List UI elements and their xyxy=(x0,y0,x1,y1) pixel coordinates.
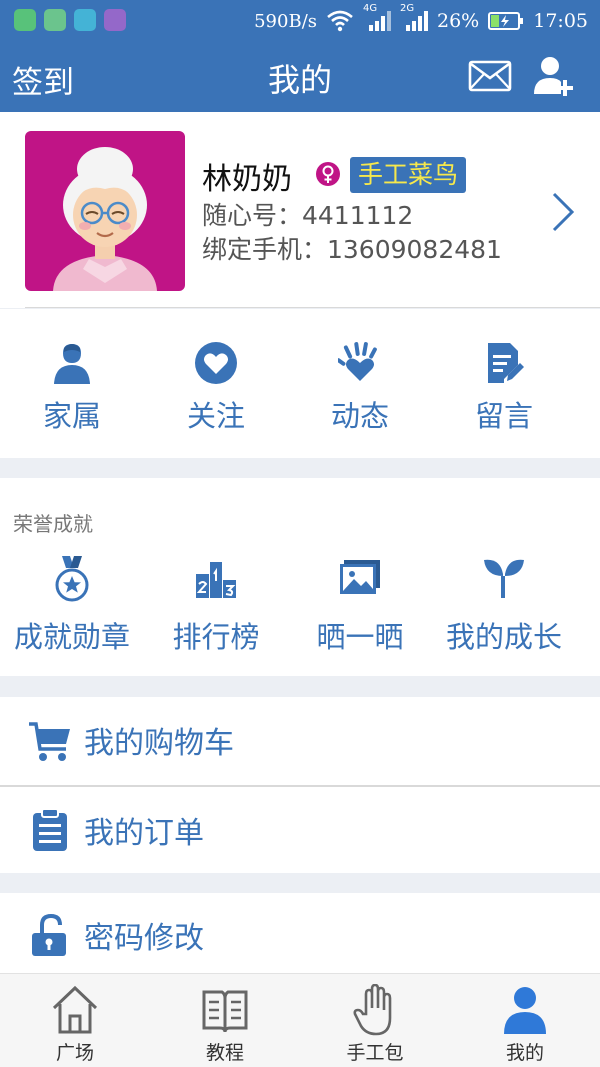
clipboard-icon xyxy=(33,808,67,851)
nav-tab-square[interactable]: 广场 xyxy=(0,974,150,1067)
row-label: 我的购物车 xyxy=(84,726,234,761)
app-notification-icon xyxy=(44,9,66,31)
notification-icons xyxy=(14,9,126,31)
app-notification-icon xyxy=(74,9,96,31)
nav-tab-tutorials[interactable]: 教程 xyxy=(150,974,300,1067)
user-icon xyxy=(504,987,546,1034)
person-icon xyxy=(54,344,90,384)
bound-phone: 绑定手机：13609082481 xyxy=(202,235,502,264)
photo-icon xyxy=(340,560,380,594)
honor-item-label: 成就勋章 xyxy=(13,620,130,654)
grandma-avatar-illustration xyxy=(53,147,157,291)
podium-icon xyxy=(196,562,236,598)
hand-heart-icon xyxy=(338,342,377,381)
quick-item-messages[interactable]: 留言 xyxy=(432,309,576,458)
quick-menu: 家属 关注 动态 留言 xyxy=(0,309,600,458)
heart-icon xyxy=(195,342,237,384)
medal-icon xyxy=(55,556,89,602)
book-icon xyxy=(202,990,248,1033)
honors-section: 荣誉成就 成就勋章 排行榜 晒一晒 我的成长 xyxy=(0,478,600,676)
row-my-orders[interactable]: 我的订单 xyxy=(0,787,600,873)
honor-item-showoff[interactable]: 晒一晒 xyxy=(288,540,432,670)
unlock-icon xyxy=(32,913,66,956)
app-notification-icon xyxy=(104,9,126,31)
row-label: 密码修改 xyxy=(84,921,204,956)
chevron-right-icon[interactable] xyxy=(548,190,578,234)
quick-item-family[interactable]: 家属 xyxy=(0,309,144,458)
nav-tab-craft-kits[interactable]: 手工包 xyxy=(300,974,450,1067)
battery-charging-icon xyxy=(488,12,524,30)
nav-tab-label: 广场 xyxy=(55,1042,94,1064)
top-app-bar: 签到 我的 xyxy=(0,43,600,112)
section-title: 荣誉成就 xyxy=(13,512,93,536)
signal-2g: 2G xyxy=(400,3,428,33)
honor-item-ranking[interactable]: 排行榜 xyxy=(144,540,288,670)
quick-item-label: 动态 xyxy=(330,399,389,433)
female-icon xyxy=(316,162,340,186)
sprout-icon xyxy=(484,559,524,598)
battery-percent: 26% xyxy=(437,10,480,32)
nav-tab-label: 教程 xyxy=(205,1042,244,1064)
row-shopping-cart[interactable]: 我的购物车 xyxy=(0,697,600,785)
nav-tab-label: 我的 xyxy=(505,1042,544,1064)
honor-item-label: 晒一晒 xyxy=(316,620,404,654)
quick-item-label: 关注 xyxy=(186,399,245,433)
home-icon xyxy=(52,985,98,1034)
honor-item-label: 排行榜 xyxy=(172,620,260,654)
app-notification-icon xyxy=(14,9,36,31)
quick-item-moments[interactable]: 动态 xyxy=(288,309,432,458)
signal-bars-icon xyxy=(369,11,391,31)
honors-row: 成就勋章 排行榜 晒一晒 我的成长 xyxy=(0,540,600,670)
quick-item-follow[interactable]: 关注 xyxy=(144,309,288,458)
nav-tab-label: 手工包 xyxy=(346,1042,404,1064)
net-speed: 590B/s xyxy=(254,10,317,32)
user-id: 随心号：4411112 xyxy=(202,201,414,230)
avatar[interactable] xyxy=(25,131,185,291)
note-edit-icon xyxy=(488,343,524,383)
wifi-icon xyxy=(327,10,353,32)
cart-icon xyxy=(29,722,70,761)
add-user-icon[interactable] xyxy=(530,52,578,100)
honor-item-growth[interactable]: 我的成长 xyxy=(432,540,576,670)
bottom-navigation: 广场 教程 手工包 我的 xyxy=(0,973,600,1067)
user-name: 林奶奶 xyxy=(202,162,292,197)
row-label: 我的订单 xyxy=(84,816,204,851)
quick-item-label: 留言 xyxy=(474,399,533,433)
divider xyxy=(25,307,600,308)
hand-icon xyxy=(353,984,392,1036)
level-badge: 手工菜鸟 xyxy=(350,157,467,193)
app-screen: 590B/s 4G 2G 26% 17:05 签到 我的 林奶奶 手工菜鸟 随心… xyxy=(0,0,600,1067)
status-indicators: 590B/s 4G 2G 26% 17:05 xyxy=(254,3,588,33)
quick-item-label: 家属 xyxy=(42,399,101,433)
honor-item-medals[interactable]: 成就勋章 xyxy=(0,540,144,670)
sign-in-button[interactable]: 签到 xyxy=(12,57,74,102)
status-bar: 590B/s 4G 2G 26% 17:05 xyxy=(0,0,600,43)
nav-tab-mine[interactable]: 我的 xyxy=(450,974,600,1067)
clock: 17:05 xyxy=(533,10,588,32)
honor-item-label: 我的成长 xyxy=(445,620,562,654)
signal-bars-icon xyxy=(406,11,428,31)
signal-4g: 4G xyxy=(363,3,391,33)
mail-icon[interactable] xyxy=(468,59,512,93)
row-change-password[interactable]: 密码修改 xyxy=(0,893,600,973)
profile-card[interactable]: 林奶奶 手工菜鸟 随心号：4411112 绑定手机：13609082481 xyxy=(0,112,600,308)
